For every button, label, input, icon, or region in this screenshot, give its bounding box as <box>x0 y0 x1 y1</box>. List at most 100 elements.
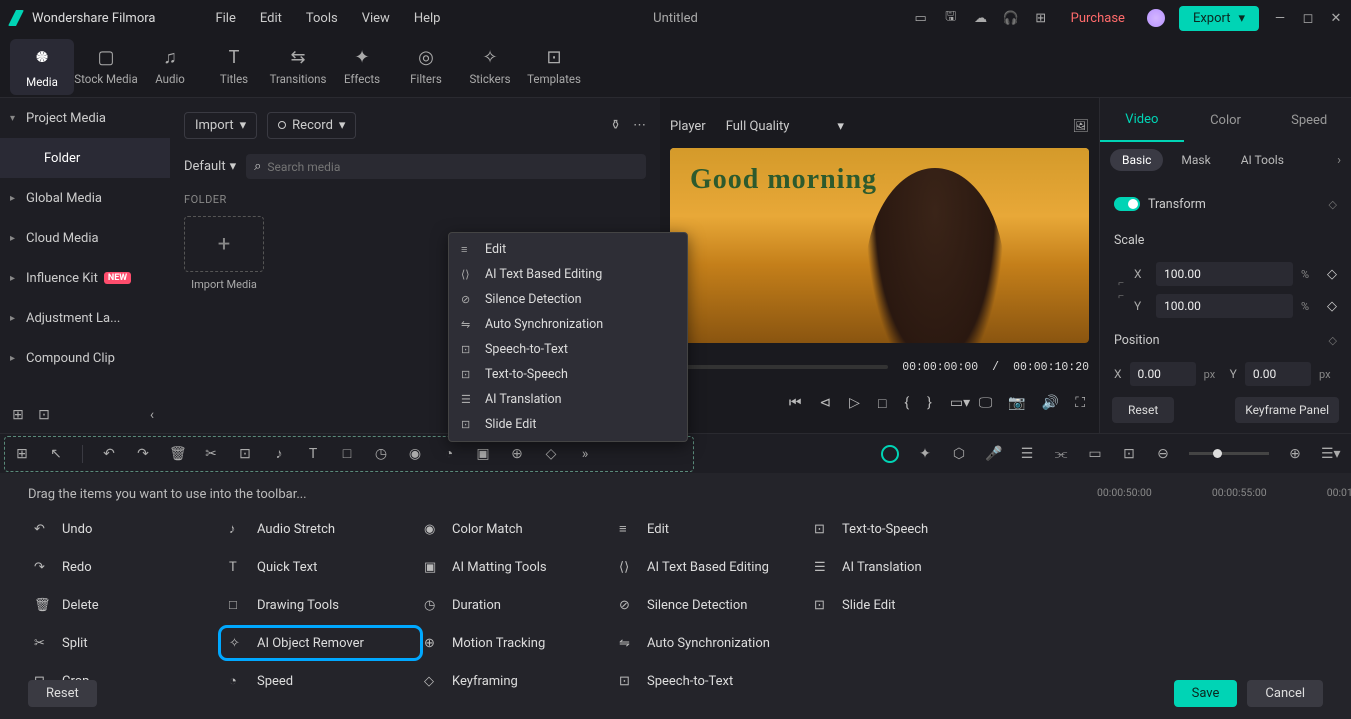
play-icon[interactable]: ▷ <box>849 395 860 411</box>
sidebar-global-media[interactable]: ▸Global Media <box>0 178 170 218</box>
sort-default[interactable]: Default▾ <box>184 159 236 174</box>
link-icon[interactable]: ⌐⌐ <box>1114 278 1128 302</box>
preview-viewport[interactable]: Good morning <box>670 148 1089 343</box>
custom-item-duration[interactable]: ◷Duration <box>418 592 613 618</box>
export-button[interactable]: Export▾ <box>1179 6 1259 31</box>
search-input[interactable]: ⌕ <box>246 154 646 179</box>
mark-in-icon[interactable]: { <box>904 395 909 411</box>
menu-tools[interactable]: Tools <box>306 11 338 26</box>
custom-item-undo[interactable]: ↶Undo <box>28 516 223 542</box>
layout-icon[interactable]: ▭ <box>913 10 929 26</box>
import-media-card[interactable]: + Import Media <box>184 216 264 291</box>
audio-stretch-icon[interactable]: ♪ <box>271 445 287 462</box>
apps-icon[interactable]: ⊞ <box>1033 10 1049 26</box>
tab-stock-media[interactable]: ▢Stock Media <box>74 39 138 95</box>
ctx-speech-to-text[interactable]: ⊡Speech-to-Text <box>449 337 687 362</box>
menu-file[interactable]: File <box>215 11 235 26</box>
tab-filters[interactable]: ◎Filters <box>394 39 458 95</box>
custom-item-auto-synchronization[interactable]: ⇋Auto Synchronization <box>613 630 808 656</box>
mic-icon[interactable]: 🎤 <box>985 446 1001 462</box>
subtab-mask[interactable]: Mask <box>1169 149 1222 171</box>
inspector-tab-video[interactable]: Video <box>1100 98 1184 142</box>
tab-titles[interactable]: TTitles <box>202 39 266 95</box>
custom-item-edit[interactable]: ≡Edit <box>613 516 808 542</box>
keyframe-diamond-icon[interactable]: ◇ <box>1327 299 1337 314</box>
avatar[interactable] <box>1147 9 1165 27</box>
duration-icon[interactable]: ◷ <box>373 446 389 462</box>
display-icon[interactable]: 🖵 <box>979 395 993 411</box>
new-bin-icon[interactable]: ⊡ <box>36 407 52 423</box>
custom-item-ai-text-based-editing[interactable]: ⟨⟩AI Text Based Editing <box>613 554 808 580</box>
custom-item-ai-object-remover[interactable]: ✧AI Object Remover <box>223 630 418 656</box>
volume-icon[interactable]: 🔊 <box>1042 395 1059 411</box>
custom-item-motion-tracking[interactable]: ⊕Motion Tracking <box>418 630 613 656</box>
record-button[interactable]: Record▾ <box>267 112 356 139</box>
fullscreen-icon[interactable]: ⛶ <box>1075 395 1085 411</box>
grid-icon[interactable]: ⊞ <box>14 446 30 462</box>
custom-item-text-to-speech[interactable]: ⊡Text-to-Speech <box>808 516 1003 542</box>
subtab-ai-tools[interactable]: AI Tools <box>1229 149 1296 171</box>
keyframe-icon[interactable]: ◇ <box>543 446 559 462</box>
more-icon[interactable]: ⋯ <box>633 118 646 133</box>
new-folder-icon[interactable]: ⊞ <box>10 407 26 423</box>
keyframe-diamond-icon[interactable]: ◇ <box>1327 267 1337 282</box>
marker-icon[interactable]: ⬡ <box>951 446 967 462</box>
sidebar-influence-kit[interactable]: ▸Influence KitNEW <box>0 258 170 298</box>
scale-y-input[interactable] <box>1156 294 1293 318</box>
menu-edit[interactable]: Edit <box>260 11 282 26</box>
inspector-tab-color[interactable]: Color <box>1184 98 1268 142</box>
cancel-button[interactable]: Cancel <box>1247 680 1323 707</box>
sidebar-project-media[interactable]: ▾Project Media <box>0 98 170 138</box>
purchase-button[interactable]: Purchase <box>1063 7 1133 30</box>
sidebar-cloud-media[interactable]: ▸Cloud Media <box>0 218 170 258</box>
ctx-text-to-speech[interactable]: ⊡Text-to-Speech <box>449 362 687 387</box>
view-mode-icon[interactable]: ☰▾ <box>1321 446 1337 462</box>
tab-stickers[interactable]: ✧Stickers <box>458 39 522 95</box>
step-back-icon[interactable]: ⊲ <box>819 395 831 411</box>
save-icon[interactable]: 🖫 <box>943 10 959 26</box>
group-icon[interactable]: ▭ <box>1087 446 1103 462</box>
minimize-icon[interactable]: — <box>1273 11 1287 26</box>
custom-item-drawing-tools[interactable]: □Drawing Tools <box>223 592 418 618</box>
zoom-in-icon[interactable]: ⊕ <box>1287 446 1303 462</box>
player-tab[interactable]: Player <box>670 119 706 134</box>
ratio-icon[interactable]: ▭▾ <box>950 395 970 411</box>
cloud-icon[interactable]: ☁ <box>973 10 989 26</box>
search-field[interactable] <box>267 160 638 174</box>
ctx-silence-detection[interactable]: ⊘Silence Detection <box>449 287 687 312</box>
matting-icon[interactable]: ▣ <box>475 446 491 462</box>
color-match-icon[interactable]: ◉ <box>407 446 423 462</box>
custom-item-quick-text[interactable]: TQuick Text <box>223 554 418 580</box>
scrub-slider[interactable] <box>670 365 888 369</box>
reset-button[interactable]: Reset <box>28 680 97 707</box>
render-indicator[interactable] <box>881 445 899 463</box>
custom-item-color-match[interactable]: ◉Color Match <box>418 516 613 542</box>
close-icon[interactable]: ✕ <box>1329 11 1343 26</box>
pos-y-input[interactable] <box>1245 362 1311 386</box>
ctx-ai-translation[interactable]: ☰AI Translation <box>449 387 687 412</box>
more-icon[interactable]: » <box>577 446 593 462</box>
menu-view[interactable]: View <box>362 11 390 26</box>
chevron-right-icon[interactable]: › <box>1337 153 1341 168</box>
keyframe-diamond-icon[interactable]: ◇ <box>1329 198 1337 211</box>
inspector-reset-button[interactable]: Reset <box>1112 397 1174 423</box>
subtab-basic[interactable]: Basic <box>1110 149 1163 171</box>
import-button[interactable]: Import▾ <box>184 112 257 139</box>
custom-item-ai-matting-tools[interactable]: ▣AI Matting Tools <box>418 554 613 580</box>
mark-out-icon[interactable]: } <box>927 395 932 411</box>
quality-dropdown[interactable]: Full Quality▾ <box>726 119 844 134</box>
tab-audio[interactable]: ♫Audio <box>138 39 202 95</box>
keyframe-diamond-icon[interactable]: ◇ <box>1329 334 1337 347</box>
mixer-icon[interactable]: ☰ <box>1019 446 1035 462</box>
keyframe-panel-button[interactable]: Keyframe Panel <box>1235 397 1339 423</box>
sidebar-folder[interactable]: Folder <box>0 138 170 178</box>
trash-icon[interactable]: 🗑 <box>169 446 185 462</box>
zoom-out-icon[interactable]: ⊖ <box>1155 446 1171 462</box>
speed-icon[interactable]: ◔ <box>441 445 457 462</box>
ctx-slide-edit[interactable]: ⊡Slide Edit <box>449 412 687 437</box>
custom-item-silence-detection[interactable]: ⊘Silence Detection <box>613 592 808 618</box>
tab-transitions[interactable]: ⇆Transitions <box>266 39 330 95</box>
prev-frame-icon[interactable]: ⏮ <box>789 395 802 411</box>
timeline-ruler[interactable]: 00:00:50:00 00:00:55:00 00:01:00 <box>1087 478 1351 506</box>
snapshot-icon[interactable]: 🖼 <box>1072 119 1089 134</box>
